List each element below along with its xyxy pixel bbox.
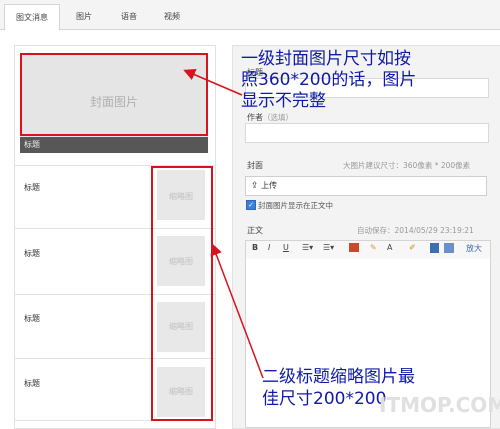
cover-arrow: [183, 69, 243, 96]
site-watermark: ITMOP.COM: [379, 393, 500, 417]
annotation-cover-line3: 显示不完整: [241, 91, 326, 111]
annotation-thumb-line1: 二级标题缩略图片最: [262, 367, 415, 387]
annotation-thumb-line2: 佳尺寸200*200: [262, 389, 387, 409]
annotation-cover-line1: 一级封面图片尺寸如按: [241, 49, 411, 69]
annotation-cover-line2: 照360*200的话，图片: [241, 70, 417, 90]
thumbnail-arrow: [210, 243, 264, 379]
